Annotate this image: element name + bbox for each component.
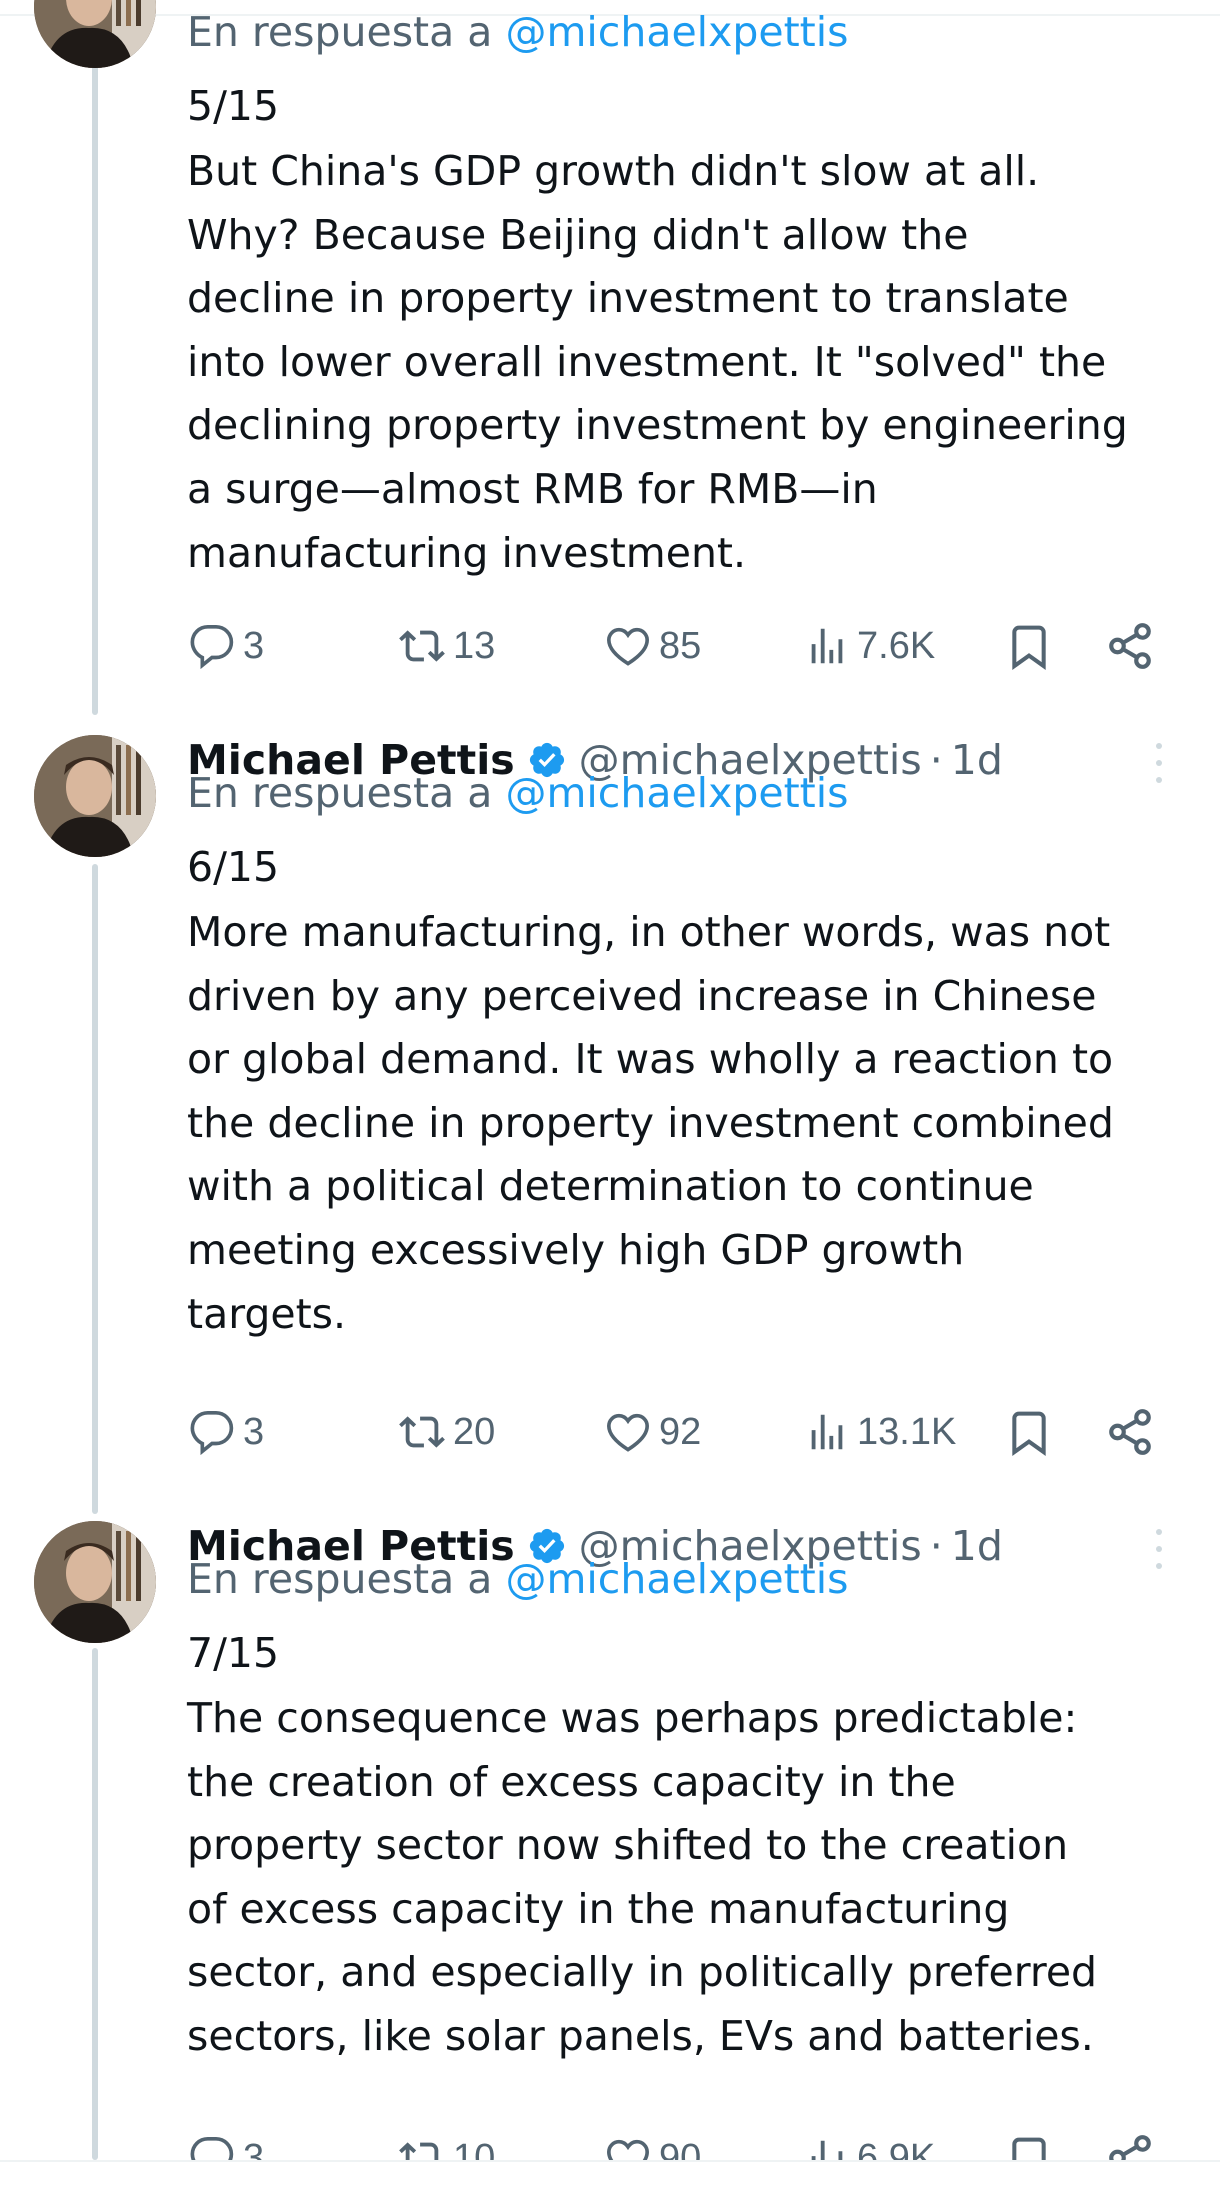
- repost-count: 13: [453, 624, 496, 667]
- thread-line: [92, 1648, 98, 2160]
- reply-button[interactable]: 3: [187, 1404, 264, 1460]
- tweet-text: More manufacturing, in other words, was …: [187, 908, 1114, 1338]
- bookmark-icon: [1007, 621, 1051, 671]
- reply-mention-link[interactable]: @michaelxpettis: [505, 1555, 848, 1603]
- tweet-text: But China's GDP growth didn't slow at al…: [187, 147, 1128, 577]
- more-options-icon[interactable]: [1147, 1529, 1171, 1569]
- reply-mention-link[interactable]: @michaelxpettis: [505, 769, 848, 817]
- like-count: 92: [659, 1410, 702, 1453]
- views-button[interactable]: 13.1K: [803, 1404, 956, 1460]
- reply-label: En respuesta a: [187, 1555, 493, 1603]
- reply-context: En respuesta a @michaelxpettis: [187, 8, 848, 56]
- reply-context: En respuesta a @michaelxpettis: [187, 1555, 848, 1603]
- thread-line: [92, 864, 98, 1514]
- share-button[interactable]: [1105, 1404, 1155, 1460]
- thread-line: [92, 60, 98, 715]
- reply-mention-link[interactable]: @michaelxpettis: [505, 8, 848, 56]
- repost-button[interactable]: 13: [397, 618, 495, 674]
- reply-context: En respuesta a @michaelxpettis: [187, 769, 848, 817]
- repost-button[interactable]: 20: [397, 1404, 495, 1460]
- tweet-actions: 3 13 85 7.6K: [187, 618, 1187, 674]
- like-button[interactable]: 92: [603, 1404, 701, 1460]
- views-icon: [803, 623, 851, 669]
- more-options-icon[interactable]: [1147, 743, 1171, 783]
- thread-counter: 7/15: [187, 1629, 280, 1677]
- bookmark-button[interactable]: [1007, 1404, 1051, 1460]
- reply-button[interactable]: 3: [187, 618, 264, 674]
- bookmark-button[interactable]: [1007, 618, 1051, 674]
- repost-icon: [397, 1409, 447, 1455]
- views-count: 13.1K: [857, 1410, 957, 1453]
- avatar[interactable]: [34, 1521, 156, 1643]
- header-separator: ·: [929, 1522, 943, 1570]
- share-button[interactable]: [1105, 618, 1155, 674]
- reply-icon: [187, 1409, 237, 1455]
- like-icon: [603, 623, 653, 669]
- reply-icon: [187, 623, 237, 669]
- views-button[interactable]: 7.6K: [803, 618, 935, 674]
- views-icon: [803, 1409, 851, 1455]
- like-count: 85: [659, 624, 702, 667]
- reply-label: En respuesta a: [187, 8, 493, 56]
- reply-count: 3: [243, 624, 265, 667]
- tweet-actions: 3 20 92 13.1K: [187, 1404, 1187, 1460]
- share-icon: [1105, 1407, 1155, 1457]
- bottom-mask: [0, 2162, 1220, 2195]
- thread-counter: 6/15: [187, 843, 280, 891]
- share-icon: [1105, 621, 1155, 671]
- tweet-time[interactable]: 1d: [951, 736, 1003, 784]
- header-separator: ·: [929, 736, 943, 784]
- avatar[interactable]: [34, 0, 156, 68]
- views-count: 7.6K: [857, 624, 936, 667]
- tweet-time[interactable]: 1d: [951, 1522, 1003, 1570]
- tweet-text: The consequence was perhaps predictable:…: [187, 1694, 1098, 2060]
- avatar[interactable]: [34, 735, 156, 857]
- thread-counter: 5/15: [187, 82, 280, 130]
- like-icon: [603, 1409, 653, 1455]
- like-button[interactable]: 85: [603, 618, 701, 674]
- repost-count: 20: [453, 1410, 496, 1453]
- reply-count: 3: [243, 1410, 265, 1453]
- reply-label: En respuesta a: [187, 769, 493, 817]
- repost-icon: [397, 623, 447, 669]
- bookmark-icon: [1007, 1407, 1051, 1457]
